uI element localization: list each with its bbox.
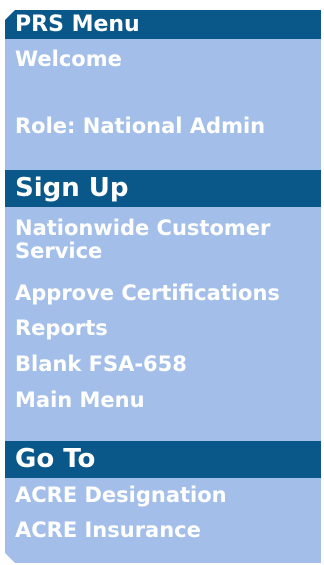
acre-insurance-link[interactable]: ACRE Insurance (15, 519, 201, 542)
welcome-text: Welcome (15, 47, 122, 71)
blank-fsa-658-link[interactable]: Blank FSA-658 (15, 353, 187, 376)
main-menu-link[interactable]: Main Menu (15, 389, 145, 412)
acre-designation-link[interactable]: ACRE Designation (15, 484, 227, 507)
role-text: Role: National Admin (15, 114, 266, 138)
sign-up-header: Sign Up (5, 170, 321, 207)
go-to-header: Go To (5, 441, 321, 478)
prs-side-menu: PRS Menu Welcome Role: National Admin Si… (5, 10, 321, 563)
approve-certifications-link[interactable]: Approve Certifications (15, 282, 280, 305)
nationwide-customer-service-line2: Service (15, 239, 103, 263)
prs-menu-header: PRS Menu (5, 10, 321, 39)
nationwide-customer-service-link[interactable]: Nationwide Customer Service (15, 217, 270, 263)
nationwide-customer-service-line1: Nationwide Customer (15, 216, 271, 240)
reports-link[interactable]: Reports (15, 317, 108, 340)
